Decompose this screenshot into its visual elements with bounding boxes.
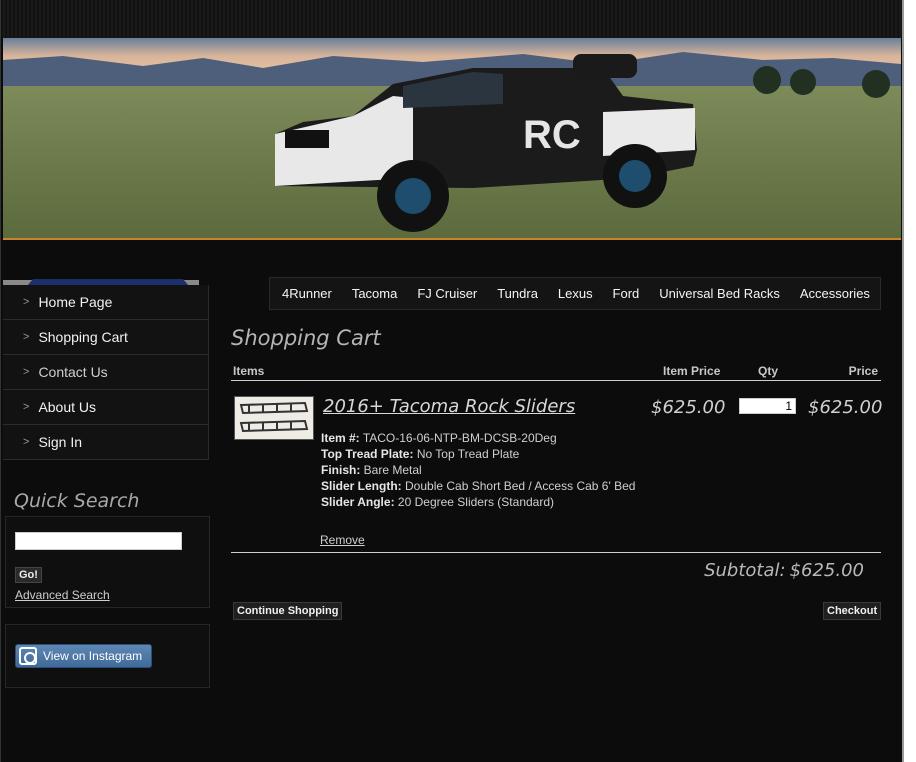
sidebar-item-home[interactable]: > Home Page — [3, 285, 208, 320]
detail-row: Item #: TACO-16-06-NTP-BM-DCSB-20Deg — [321, 430, 635, 446]
chevron-right-icon: > — [23, 296, 30, 308]
detail-label: Finish: — [321, 463, 361, 477]
detail-row: Top Tread Plate: No Top Tread Plate — [321, 446, 635, 462]
detail-label: Item #: — [321, 431, 360, 445]
sidebar-item-label: About Us — [38, 399, 97, 415]
sidebar-item-label: Contact Us — [38, 364, 108, 380]
nav-item-tacoma[interactable]: Tacoma — [352, 286, 398, 301]
detail-row: Slider Angle: 20 Degree Sliders (Standar… — [321, 494, 635, 510]
cart-table-header: Items Item Price Qty Price — [231, 362, 881, 381]
sidebar-nav: > Home Page > Shopping Cart > Contact Us… — [3, 285, 209, 460]
sidebar-item-shopping-cart[interactable]: > Shopping Cart — [3, 320, 208, 355]
nav-item-lexus[interactable]: Lexus — [558, 286, 593, 301]
svg-text:RC: RC — [523, 113, 581, 157]
checkout-button[interactable]: Checkout — [823, 602, 882, 620]
continue-shopping-button[interactable]: Continue Shopping — [233, 602, 343, 620]
nav-item-accessories[interactable]: Accessories — [800, 286, 870, 301]
chevron-right-icon: > — [23, 401, 30, 413]
detail-value: 20 Degree Sliders (Standard) — [397, 495, 555, 509]
detail-label: Slider Angle: — [321, 495, 395, 509]
sidebar-item-label: Home Page — [38, 294, 113, 310]
detail-value: Double Cab Short Bed / Access Cab 6' Bed — [405, 479, 636, 493]
column-header-item-price: Item Price — [663, 364, 721, 378]
banner-image: RC — [3, 38, 901, 240]
go-button[interactable]: Go! — [15, 567, 42, 583]
nav-item-fj-cruiser[interactable]: FJ Cruiser — [417, 286, 477, 301]
sidebar-item-label: Shopping Cart — [38, 329, 128, 345]
detail-value: No Top Tread Plate — [416, 447, 520, 461]
quick-search-title: Quick Search — [14, 490, 140, 512]
detail-value: Bare Metal — [363, 463, 422, 477]
sidebar-item-sign-in[interactable]: > Sign In — [3, 425, 208, 460]
page-frame: RC > Home Page > Shopping Cart > Contact… — [0, 0, 904, 762]
detail-row: Finish: Bare Metal — [321, 462, 635, 478]
advanced-search-link[interactable]: Advanced Search — [15, 588, 110, 602]
column-header-price: Price — [848, 364, 878, 378]
chevron-right-icon: > — [23, 331, 30, 343]
remove-link[interactable]: Remove — [320, 533, 365, 547]
column-header-qty: Qty — [758, 364, 779, 378]
detail-label: Slider Length: — [321, 479, 402, 493]
search-input[interactable] — [15, 532, 182, 550]
subtotal-value: $625.00 — [789, 560, 864, 581]
detail-row: Slider Length: Double Cab Short Bed / Ac… — [321, 478, 635, 494]
divider — [231, 552, 881, 553]
line-price: $625.00 — [808, 397, 883, 418]
sidebar-item-about[interactable]: > About Us — [3, 390, 208, 425]
instagram-icon — [19, 647, 37, 665]
chevron-right-icon: > — [23, 366, 30, 378]
view-on-instagram-button[interactable]: View on Instagram — [15, 644, 152, 668]
detail-value: TACO-16-06-NTP-BM-DCSB-20Deg — [362, 431, 557, 445]
column-header-items: Items — [233, 364, 265, 378]
detail-label: Top Tread Plate: — [321, 447, 414, 461]
nav-item-universal-bed-racks[interactable]: Universal Bed Racks — [659, 286, 780, 301]
page-title: Shopping Cart — [231, 326, 381, 350]
nav-item-4runner[interactable]: 4Runner — [282, 286, 332, 301]
product-name-link[interactable]: 2016+ Tacoma Rock Sliders — [323, 396, 575, 417]
subtotal-label: Subtotal: — [704, 560, 786, 581]
category-nav: 4Runner Tacoma FJ Cruiser Tundra Lexus F… — [269, 277, 881, 310]
quantity-field[interactable] — [739, 398, 796, 414]
subtotal: Subtotal: $625.00 — [704, 560, 864, 581]
sidebar-item-label: Sign In — [38, 434, 83, 450]
chevron-right-icon: > — [23, 436, 30, 448]
product-details: Item #: TACO-16-06-NTP-BM-DCSB-20Deg Top… — [321, 430, 635, 510]
instagram-button-label: View on Instagram — [43, 649, 143, 663]
banner-divider — [3, 238, 901, 240]
nav-item-ford[interactable]: Ford — [613, 286, 640, 301]
item-price: $625.00 — [651, 397, 726, 418]
nav-item-tundra[interactable]: Tundra — [497, 286, 538, 301]
product-thumbnail[interactable] — [234, 396, 314, 440]
sidebar-item-contact[interactable]: > Contact Us — [3, 355, 208, 390]
top-bar — [1, 0, 902, 38]
